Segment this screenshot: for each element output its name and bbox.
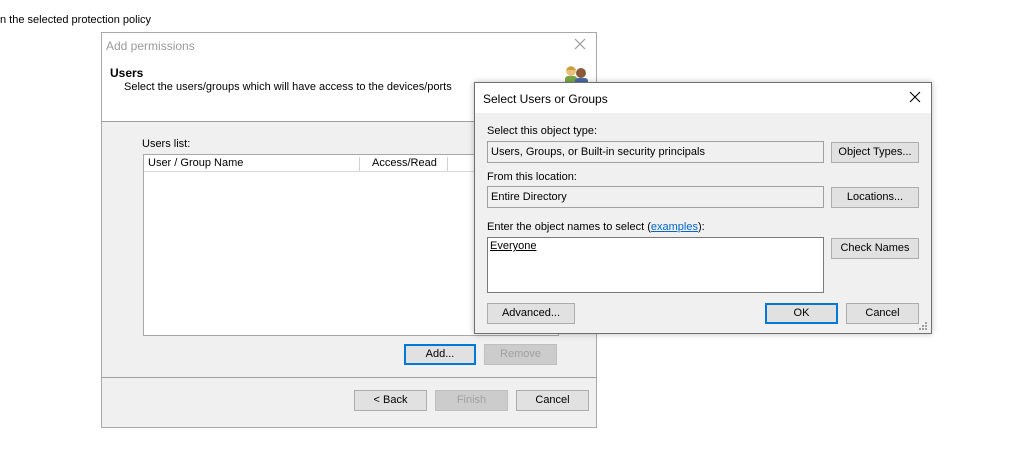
dialog-title: Add permissions — [106, 39, 195, 53]
location-field: Entire Directory — [487, 186, 824, 208]
column-header-name[interactable]: User / Group Name — [144, 155, 360, 172]
object-names-input[interactable]: Everyone — [487, 237, 824, 293]
object-names-label-suffix: ): — [697, 221, 705, 233]
object-type-field: Users, Groups, or Built-in security prin… — [487, 141, 824, 163]
add-button[interactable]: Add... — [404, 344, 476, 365]
cancel-button[interactable]: Cancel — [846, 303, 919, 324]
resize-grip-icon[interactable] — [918, 321, 928, 331]
dialog-titlebar[interactable]: Select Users or Groups — [475, 83, 931, 113]
footer-divider — [102, 377, 596, 378]
background-text: n the selected protection policy — [0, 14, 152, 26]
object-types-button[interactable]: Object Types... — [831, 142, 919, 163]
examples-link[interactable]: examples — [651, 221, 698, 233]
location-label: From this location: — [487, 171, 577, 183]
object-names-label: Enter the object names to select (exampl… — [487, 221, 705, 233]
page-subheading: Select the users/groups which will have … — [124, 81, 452, 93]
close-icon[interactable] — [572, 36, 588, 52]
dialog-title: Select Users or Groups — [483, 92, 608, 106]
column-separator — [447, 157, 448, 171]
close-icon[interactable] — [908, 90, 922, 104]
object-names-label-text: Enter the object names to select ( — [487, 221, 651, 233]
locations-button[interactable]: Locations... — [831, 187, 919, 208]
advanced-button[interactable]: Advanced... — [487, 303, 575, 324]
page-heading: Users — [110, 66, 144, 80]
cancel-button[interactable]: Cancel — [516, 390, 589, 411]
check-names-button[interactable]: Check Names — [831, 238, 919, 259]
finish-button[interactable]: Finish — [435, 390, 508, 411]
remove-button[interactable]: Remove — [484, 344, 557, 365]
users-list-label: Users list: — [142, 138, 191, 150]
object-name-entry: Everyone — [490, 240, 537, 252]
select-users-dialog: Select Users or Groups Select this objec… — [474, 82, 932, 334]
back-button[interactable]: < Back — [354, 390, 427, 411]
ok-button[interactable]: OK — [765, 303, 838, 324]
object-type-label: Select this object type: — [487, 125, 598, 137]
